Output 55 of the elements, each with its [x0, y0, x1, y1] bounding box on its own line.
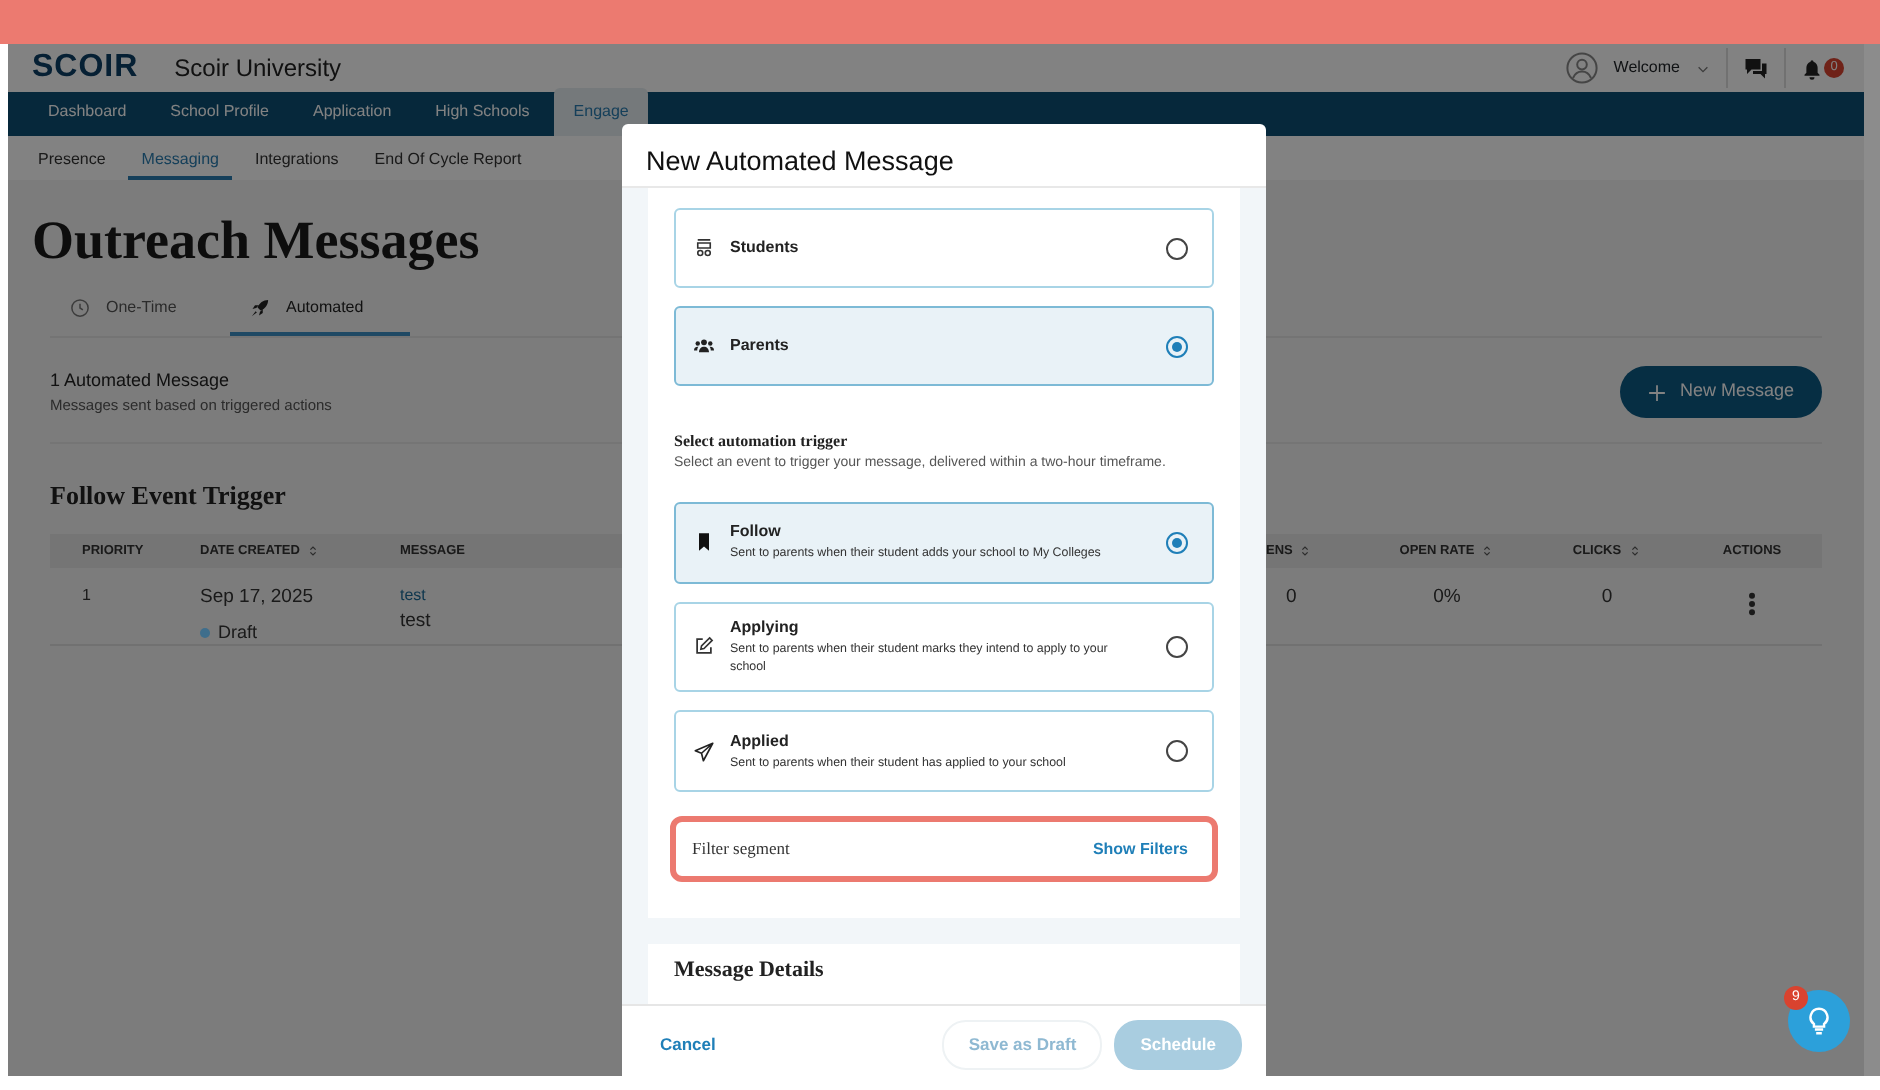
radio-button[interactable]: [1166, 237, 1188, 259]
nav-tab[interactable]: Dashboard: [28, 88, 147, 136]
message-type-tab[interactable]: Automated: [230, 284, 410, 337]
table-cell: 0: [1532, 568, 1682, 647]
avatar-icon[interactable]: [1565, 52, 1598, 84]
sub-nav-tab[interactable]: Integrations: [240, 136, 353, 180]
status-label: Draft: [218, 619, 258, 646]
audience-option[interactable]: Parents: [674, 306, 1214, 386]
nav-tab[interactable]: Application: [293, 88, 412, 136]
paper-plane-icon: [694, 741, 714, 762]
table-cell: 1: [50, 568, 200, 647]
message-link[interactable]: test: [400, 584, 426, 609]
radio-button[interactable]: [1166, 335, 1188, 357]
message-text: test: [400, 608, 433, 637]
audience-option[interactable]: Students: [674, 208, 1214, 288]
rocket-icon: [250, 298, 270, 319]
section-title: Follow Event Trigger: [50, 477, 288, 514]
bookmark-icon: [694, 532, 714, 552]
table-cell: 0%: [1362, 568, 1532, 647]
option-label: Follow: [730, 520, 783, 545]
plus-icon: [1647, 383, 1666, 402]
nav-tab[interactable]: School Profile: [150, 88, 289, 136]
chevron-down-icon[interactable]: [1696, 61, 1710, 75]
section-heading: Select automation trigger: [674, 430, 850, 454]
people-icon: [694, 336, 714, 356]
date-created: Sep 17, 2025: [200, 584, 316, 613]
edit-icon: [694, 636, 714, 657]
sub-nav-tab[interactable]: End Of Cycle Report: [360, 136, 536, 180]
school-name: Scoir University: [174, 52, 342, 86]
user-menu[interactable]: Welcome: [1613, 56, 1680, 80]
page-title: Outreach Messages: [32, 208, 480, 273]
option-label: Applied: [730, 729, 791, 754]
sub-nav-tab[interactable]: Presence: [24, 136, 120, 180]
option-label: Students: [730, 236, 799, 260]
details-heading: Message Details: [674, 956, 826, 987]
students-icon: [694, 238, 714, 258]
clock-icon: [70, 298, 90, 319]
nav-tab[interactable]: Engage: [553, 88, 649, 136]
nav-tab[interactable]: High Schools: [415, 88, 550, 136]
option-label: Parents: [730, 334, 789, 358]
radio-button[interactable]: [1166, 740, 1188, 763]
sub-nav-tab[interactable]: Messaging: [127, 136, 233, 180]
radio-button[interactable]: [1166, 635, 1188, 658]
cancel-link[interactable]: Cancel: [660, 1032, 716, 1058]
show-filters-link[interactable]: Show Filters: [1092, 837, 1188, 862]
option-label: Applying: [730, 615, 801, 639]
lightbulb-icon: [1804, 1006, 1834, 1036]
filter-label: Filter segment: [692, 836, 790, 863]
radio-button[interactable]: [1166, 531, 1188, 553]
chat-icon[interactable]: [1744, 56, 1768, 80]
new-message-button[interactable]: New Message: [1619, 366, 1822, 418]
help-button[interactable]: [1788, 990, 1850, 1052]
message-type-tab[interactable]: One-Time: [50, 284, 230, 337]
bell-icon[interactable]: [1802, 57, 1822, 79]
summary-title: 1 Automated Message: [50, 367, 232, 394]
